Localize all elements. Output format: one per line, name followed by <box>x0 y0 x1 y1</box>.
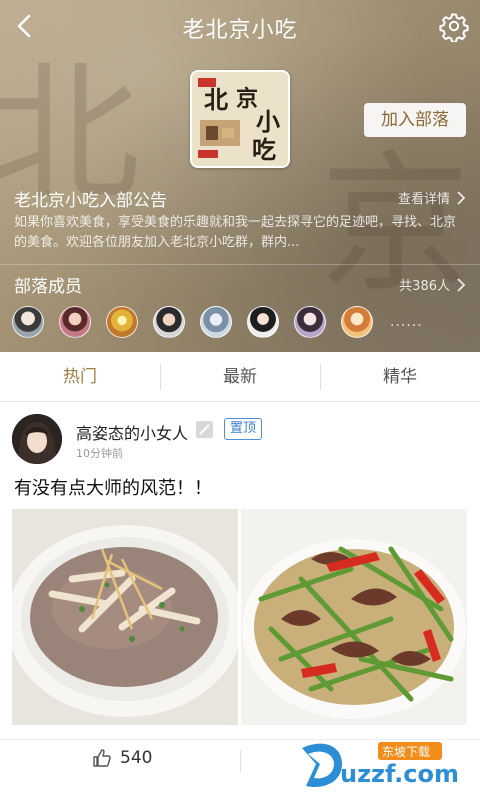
post-time: 10分钟前 <box>76 447 123 460</box>
members-title: 部落成员 <box>14 277 82 297</box>
svg-text:小: 小 <box>256 107 280 136</box>
notice-details-link[interactable]: 查看详情 <box>398 188 466 207</box>
notice-details-label: 查看详情 <box>397 192 450 207</box>
tab-latest[interactable]: 最新 <box>160 352 320 401</box>
thumbs-up-icon <box>93 749 111 767</box>
members-count: 共386人 <box>399 279 450 294</box>
dish-photo-stir-fry <box>241 509 467 725</box>
settings-button[interactable] <box>438 10 470 43</box>
cover-art: 北 京 小 吃 <box>192 72 288 166</box>
member-avatar[interactable] <box>153 306 185 338</box>
gear-icon <box>439 13 469 43</box>
site-watermark: 东坡下载 uzzf.com <box>294 734 474 794</box>
author-avatar-art <box>12 414 62 464</box>
member-avatar[interactable] <box>59 306 91 338</box>
member-avatar[interactable] <box>12 306 44 338</box>
more-members-ellipsis: ...... <box>390 314 423 330</box>
page-title: 老北京小吃 <box>182 18 298 43</box>
member-avatar[interactable] <box>341 306 373 338</box>
watermark-tag: 东坡下载 <box>382 745 430 759</box>
tribe-header: 北 京 老北京小吃 北 京 小 吃 加入部落 老北京小吃入部公告 查看详情 如果… <box>0 0 480 352</box>
feed-tabs: 热门 最新 精华 <box>0 352 480 402</box>
watermark-brand: uzzf.com <box>340 760 459 788</box>
members-count-link[interactable]: 共386人 <box>399 275 466 294</box>
join-tribe-button[interactable]: 加入部落 <box>364 103 466 137</box>
tab-hot[interactable]: 热门 <box>0 352 160 401</box>
top-bar: 老北京小吃 <box>0 0 480 52</box>
post-photo[interactable] <box>241 509 467 725</box>
tribe-cover-image[interactable]: 北 京 小 吃 <box>190 70 290 168</box>
member-avatar[interactable] <box>294 306 326 338</box>
tab-featured[interactable]: 精华 <box>320 352 480 401</box>
post-photo[interactable] <box>12 509 238 725</box>
dish-photo-steamed-pork <box>12 509 238 725</box>
chevron-right-icon <box>457 277 466 292</box>
member-avatar-list: ...... <box>12 306 423 338</box>
author-avatar[interactable] <box>12 414 62 464</box>
like-button[interactable]: 540 <box>92 748 152 768</box>
notice-title: 老北京小吃入部公告 <box>14 191 167 211</box>
member-avatar[interactable] <box>247 306 279 338</box>
svg-text:北: 北 <box>204 85 228 114</box>
author-name[interactable]: 高姿态的小女人 <box>76 420 188 444</box>
post-text: 有没有点大师的风范！！ <box>14 478 212 499</box>
like-count: 540 <box>120 748 153 768</box>
notice-body: 如果你喜欢美食，享受美食的乐趣就和我一起去探寻它的足迹吧，寻找、北京的美食。欢迎… <box>14 215 457 250</box>
divider <box>240 750 241 772</box>
chevron-right-icon <box>457 190 466 205</box>
divider <box>0 264 480 265</box>
level-badge-icon <box>196 421 213 438</box>
svg-text:京: 京 <box>236 86 258 112</box>
member-avatar[interactable] <box>106 306 138 338</box>
member-avatar[interactable] <box>200 306 232 338</box>
pinned-badge: 置顶 <box>224 418 263 440</box>
svg-text:吃: 吃 <box>252 135 276 164</box>
